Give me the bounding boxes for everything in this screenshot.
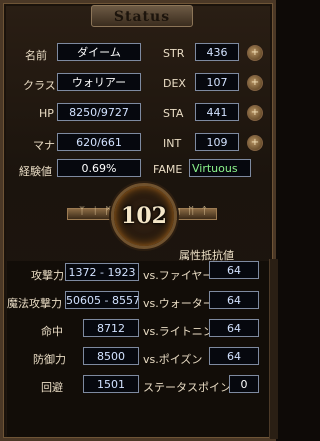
class-label: クラス	[23, 79, 56, 92]
level-number: 102	[121, 203, 167, 229]
status-points-label: ステータスポイント	[143, 381, 242, 394]
attack-field: 1372 - 1923	[65, 263, 139, 281]
vs-water-field: 64	[209, 291, 259, 309]
status-points-field: 0	[229, 375, 259, 393]
int-plus-icon[interactable]: +	[247, 135, 263, 151]
str-field: 436	[195, 43, 239, 61]
fame-label: FAME	[153, 163, 183, 176]
sta-plus-icon[interactable]: +	[247, 105, 263, 121]
int-label: INT	[163, 137, 182, 150]
sta-field: 441	[195, 103, 239, 121]
hp-field: 8250/9727	[57, 103, 141, 121]
dex-plus-icon[interactable]: +	[247, 75, 263, 91]
exp-field: 0.69%	[57, 159, 141, 177]
str-plus-icon[interactable]: +	[247, 45, 263, 61]
magic-attack-field: 50605 - 85577	[65, 291, 139, 309]
class-field: ウォリアー	[57, 73, 141, 91]
vs-fire-label: vs.ファイヤー	[143, 269, 214, 282]
dex-field: 107	[195, 73, 239, 91]
vs-fire-field: 64	[209, 261, 259, 279]
name-label: 名前	[25, 49, 47, 62]
accuracy-label: 命中	[41, 325, 63, 338]
hp-label: HP	[39, 107, 54, 120]
level-runes-left: ᛉ ᛁ ᛗ	[79, 206, 114, 217]
defense-label: 防御力	[33, 353, 66, 366]
mp-field: 620/661	[57, 133, 141, 151]
window-title: Status	[113, 9, 171, 25]
mp-label: マナ	[33, 139, 55, 152]
window-scrollbar[interactable]	[269, 259, 278, 439]
vs-lightning-field: 64	[209, 319, 259, 337]
vs-water-label: vs.ウォーター	[143, 297, 214, 310]
dex-label: DEX	[163, 77, 186, 90]
int-field: 109	[195, 133, 239, 151]
exp-label: 経験値	[19, 165, 52, 178]
status-window: Status 名前 ダイーム クラス ウォリアー HP 8250/9727 マナ…	[0, 0, 278, 441]
magic-attack-label: 魔法攻撃力	[7, 297, 62, 310]
evasion-field: 1501	[83, 375, 139, 393]
fame-field: Virtuous	[189, 159, 251, 177]
level-runes-right: ᛋ ᛖ ᛏ	[175, 206, 210, 217]
accuracy-field: 8712	[83, 319, 139, 337]
level-emblem: 102	[111, 183, 177, 249]
vs-poison-field: 64	[209, 347, 259, 365]
sta-label: STA	[163, 107, 184, 120]
evasion-label: 回避	[41, 381, 63, 394]
str-label: STR	[163, 47, 185, 60]
defense-field: 8500	[83, 347, 139, 365]
vs-poison-label: vs.ポイズン	[143, 353, 203, 366]
attack-label: 攻撃力	[31, 269, 64, 282]
window-title-bar[interactable]: Status	[91, 5, 193, 27]
name-field: ダイーム	[57, 43, 141, 61]
